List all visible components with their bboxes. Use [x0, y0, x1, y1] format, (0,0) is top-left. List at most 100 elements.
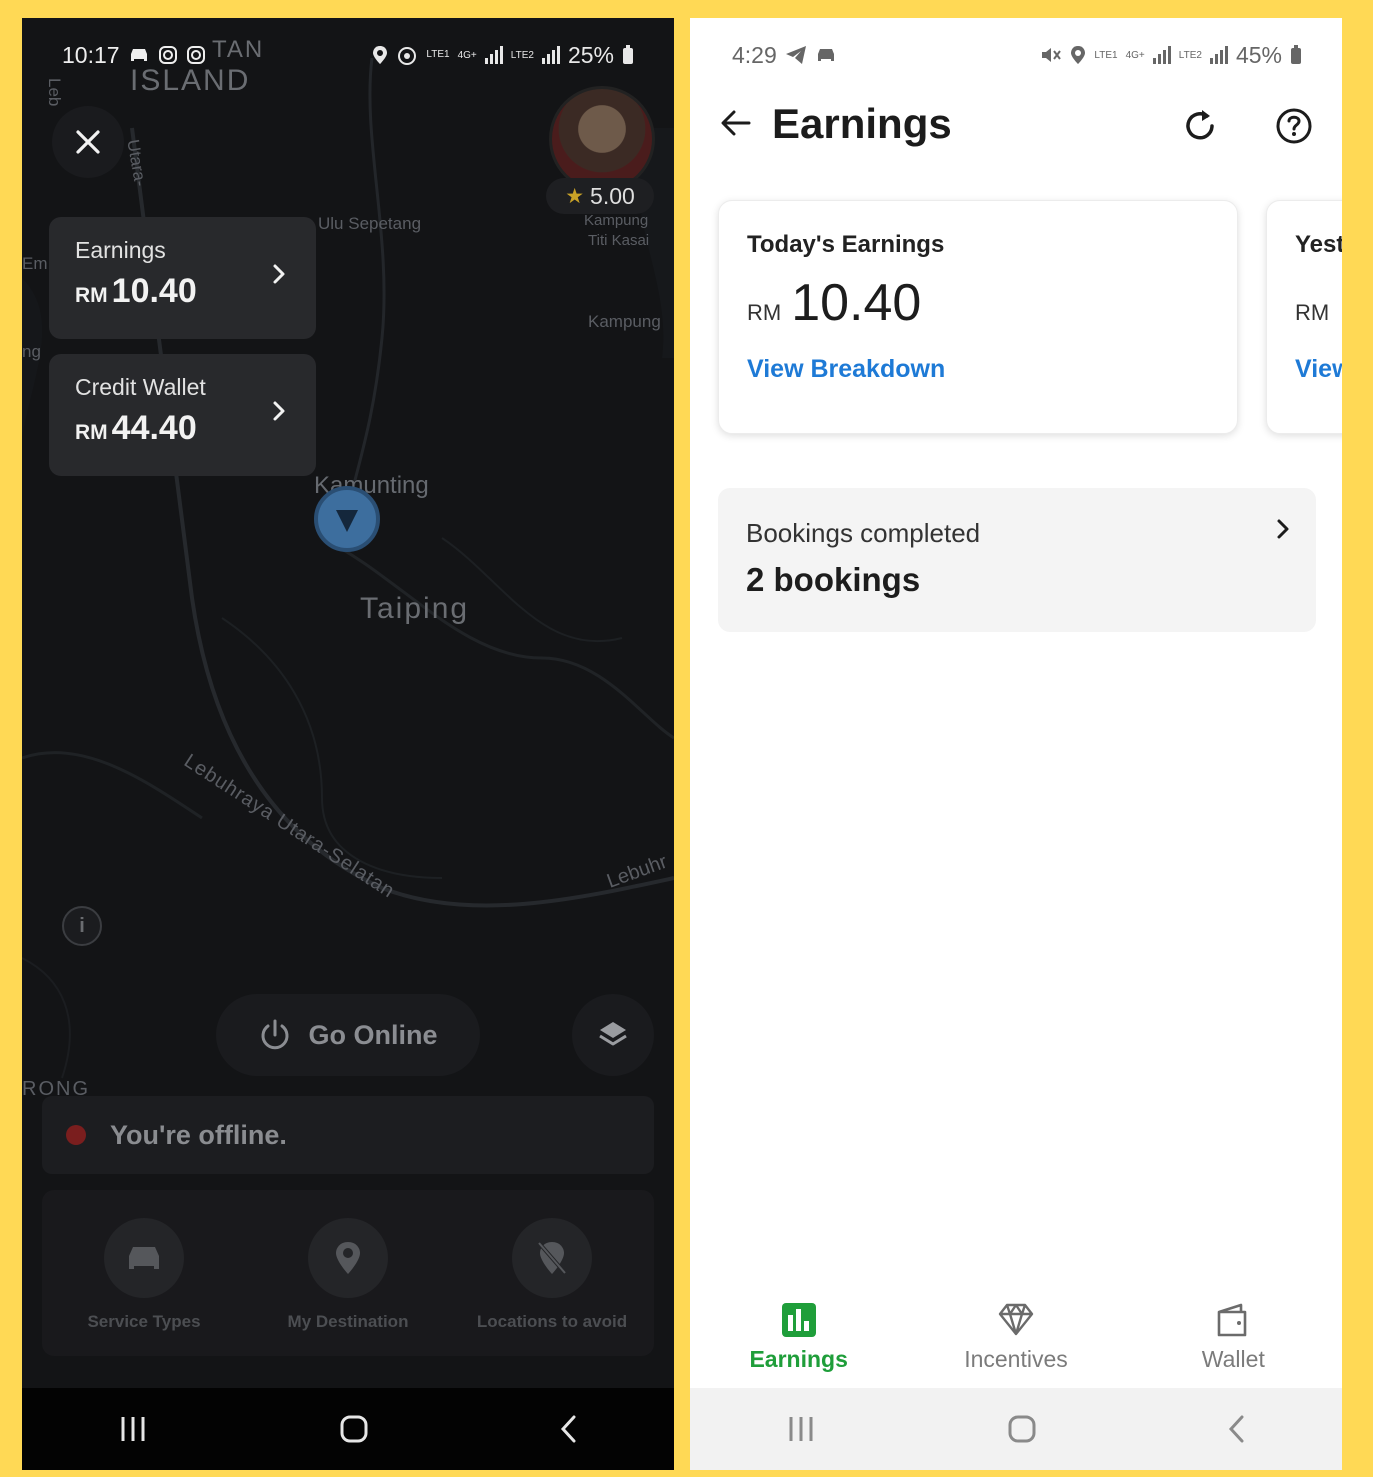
layers-icon	[599, 1022, 627, 1046]
map-label: Kampung	[584, 212, 649, 229]
hotspot-icon	[398, 47, 417, 65]
service-types-button[interactable]: Service Types	[54, 1218, 234, 1356]
my-destination-label: My Destination	[287, 1312, 409, 1331]
earnings-screen: 4:29 LTE1 4G+ LTE2 45% Earnings Today's …	[690, 18, 1342, 1470]
credit-wallet-amount: RM 44.40	[75, 409, 290, 448]
credit-wallet-label: Credit Wallet	[75, 374, 206, 400]
my-destination-button[interactable]: My Destination	[258, 1218, 438, 1356]
chevron-right-icon	[1277, 519, 1289, 539]
view-breakdown-link[interactable]: View Breakdown	[747, 355, 1209, 384]
card-amount: RM (	[1295, 273, 1342, 333]
recent-apps-icon[interactable]	[785, 1414, 817, 1444]
currency-label: RM	[747, 300, 782, 325]
tab-label: Earnings	[749, 1346, 848, 1372]
driver-home-screen: 10:17 LTE1 4G+ LTE2 25% ISLAND TAN Leb U…	[22, 18, 674, 1470]
signal-icon	[541, 46, 560, 64]
net-label: 4G+	[457, 49, 477, 61]
close-icon	[76, 130, 100, 154]
offline-status-dot	[66, 1125, 86, 1145]
locations-to-avoid-label: Locations to avoid	[476, 1312, 628, 1331]
card-heading: Yest	[1295, 231, 1342, 258]
tab-label: Wallet	[1201, 1346, 1265, 1372]
diamond-icon	[998, 1303, 1034, 1336]
clock: 10:17	[62, 41, 120, 68]
wallet-icon	[1218, 1303, 1247, 1337]
instagram-icon	[158, 46, 177, 64]
view-link[interactable]: View	[1295, 355, 1342, 384]
earnings-card[interactable]: Earnings RM 10.40	[49, 217, 316, 339]
system-nav-bar	[690, 1388, 1342, 1470]
current-location-marker	[314, 486, 380, 552]
map-label: Ulu Sepetang	[318, 214, 422, 233]
map-label: Titi Kasai	[588, 232, 650, 249]
info-icon[interactable]: i	[62, 906, 102, 946]
clock: 4:29	[732, 41, 777, 68]
car-icon	[817, 49, 834, 61]
net-label: 4G+	[1125, 49, 1145, 61]
no-pin-icon	[512, 1218, 592, 1298]
home-icon[interactable]	[339, 1414, 369, 1444]
help-icon[interactable]	[1274, 106, 1314, 146]
close-button[interactable]	[52, 106, 124, 178]
locations-to-avoid-button[interactable]: Locations to avoid	[462, 1218, 642, 1356]
lte2-label: LTE2	[510, 49, 534, 61]
todays-earnings-card[interactable]: Today's Earnings RM 10.40 View Breakdown	[718, 200, 1238, 434]
amount-value: (	[1339, 273, 1342, 333]
page-title: Earnings	[772, 100, 952, 147]
back-arrow-icon[interactable]	[720, 108, 752, 138]
recent-apps-icon[interactable]	[117, 1414, 149, 1444]
bookings-completed-card[interactable]: Bookings completed 2 bookings	[718, 488, 1316, 632]
tab-label: Incentives	[964, 1346, 1068, 1372]
lte1-label: LTE1	[426, 49, 450, 60]
earnings-value: 10.40	[111, 272, 197, 310]
credit-wallet-card[interactable]: Credit Wallet RM 44.40	[49, 354, 316, 476]
back-icon[interactable]	[559, 1414, 579, 1444]
tab-wallet[interactable]: Wallet	[1125, 1288, 1342, 1388]
service-types-label: Service Types	[87, 1312, 201, 1331]
signal-icon	[1209, 46, 1228, 64]
map-layers-button[interactable]	[572, 994, 654, 1076]
bottom-tab-bar: Earnings Incentives Wallet	[690, 1288, 1342, 1388]
power-icon	[261, 1019, 289, 1050]
currency-label: RM	[1295, 300, 1330, 325]
battery-icon	[1291, 45, 1301, 64]
bookings-value: 2 bookings	[746, 561, 921, 598]
status-bar-right: LTE1 4G+ LTE2 45%	[1040, 40, 1302, 70]
offline-banner: You're offline.	[42, 1096, 654, 1174]
quick-actions-panel: Service Types My Destination Locations t…	[42, 1190, 654, 1356]
credit-wallet-value: 44.40	[111, 409, 197, 447]
lte1-label: LTE1	[1094, 49, 1118, 61]
location-icon	[1071, 46, 1086, 64]
instagram-icon	[186, 46, 205, 64]
tab-earnings[interactable]: Earnings	[690, 1288, 907, 1388]
back-icon[interactable]	[1227, 1414, 1247, 1444]
lte2-label: LTE2	[1178, 49, 1202, 61]
map-label: Taiping	[360, 592, 470, 625]
app-header: Earnings	[690, 96, 1342, 160]
card-amount: RM 10.40	[747, 273, 1209, 333]
map-label: Kampung	[588, 312, 661, 331]
tab-incentives[interactable]: Incentives	[907, 1288, 1124, 1388]
status-bar-left: 4:29	[732, 40, 837, 70]
battery-percent: 25%	[567, 41, 614, 68]
pin-icon	[308, 1218, 388, 1298]
car-icon	[130, 49, 147, 61]
refresh-icon[interactable]	[1180, 106, 1220, 146]
driver-avatar[interactable]	[549, 86, 655, 192]
map-label: ISLAND	[130, 64, 251, 97]
location-icon	[373, 46, 388, 64]
yesterday-earnings-card[interactable]: Yest RM ( View	[1266, 200, 1342, 434]
map-label: Leb	[45, 78, 64, 107]
offline-message: You're offline.	[110, 1119, 287, 1150]
home-icon[interactable]	[1007, 1414, 1037, 1444]
currency-label: RM	[75, 421, 108, 444]
status-bar-right: LTE1 4G+ LTE2 25%	[372, 40, 634, 70]
rating-value: 5.00	[590, 182, 635, 209]
map-label: TAN	[212, 36, 265, 63]
battery-percent: 45%	[1235, 41, 1282, 68]
chevron-right-icon	[273, 401, 285, 421]
card-heading: Today's Earnings	[747, 231, 945, 258]
signal-icon	[1152, 46, 1171, 64]
car-icon	[104, 1218, 184, 1298]
go-online-button[interactable]: Go Online	[216, 994, 480, 1076]
